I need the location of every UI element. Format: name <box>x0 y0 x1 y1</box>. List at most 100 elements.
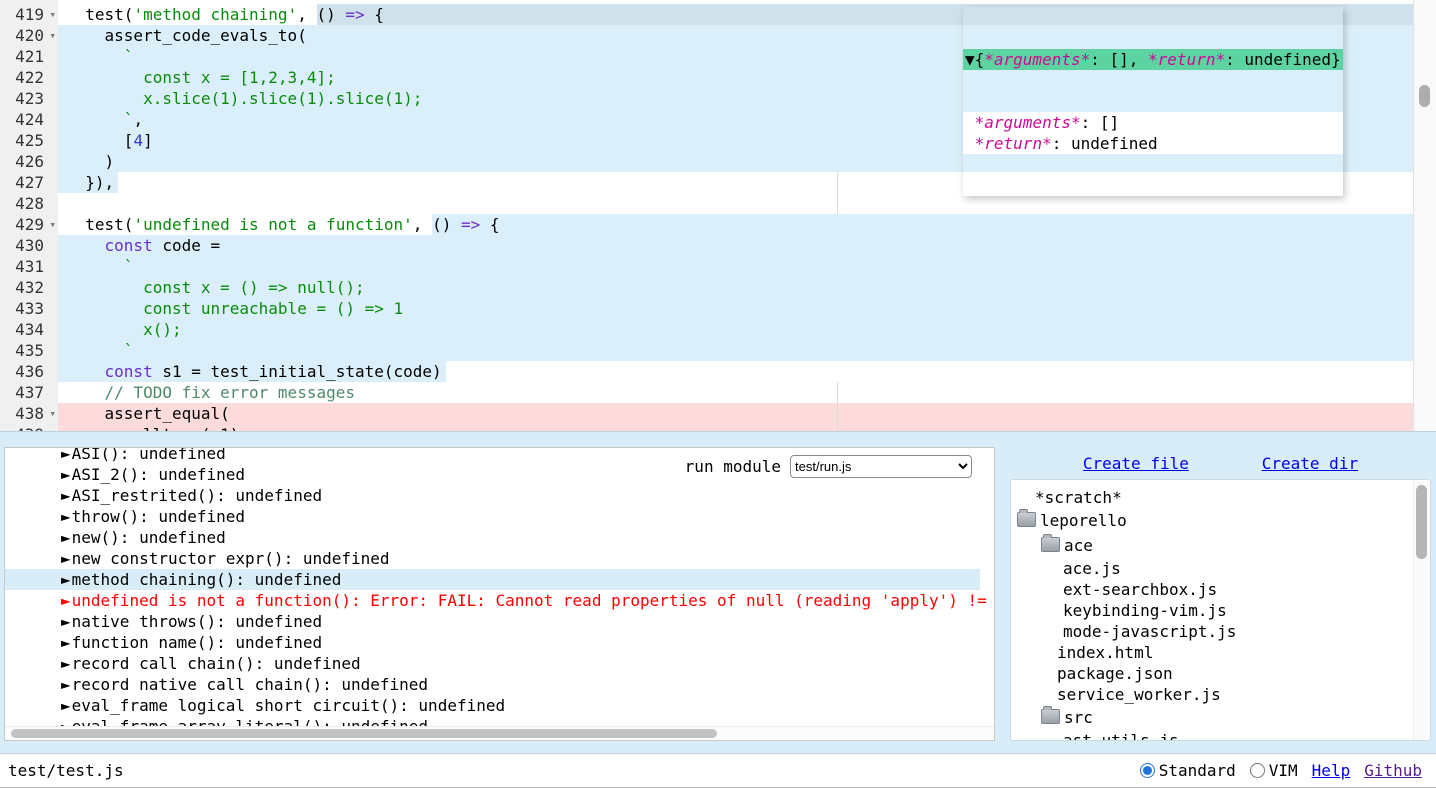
expand-icon[interactable]: ► <box>61 549 71 568</box>
github-link[interactable]: Github <box>1364 761 1422 780</box>
fold-arrow-icon[interactable]: ▾ <box>49 403 56 424</box>
output-item[interactable]: ►ASI_restrited(): undefined <box>5 485 980 506</box>
current-file-path: test/test.js <box>8 761 124 780</box>
tree-item[interactable]: ext-searchbox.js <box>1011 579 1430 600</box>
code-text: ` <box>58 340 1414 361</box>
fold-arrow-icon[interactable]: ▾ <box>49 25 56 46</box>
help-link[interactable]: Help <box>1312 761 1351 780</box>
editor-scrollbar-thumb[interactable] <box>1419 85 1430 107</box>
tree-item[interactable]: ace.js <box>1011 558 1430 579</box>
output-item[interactable]: ►throw(): undefined <box>5 506 980 527</box>
run-module-select[interactable]: test/run.js <box>790 455 972 478</box>
keybinding-vim[interactable]: VIM <box>1250 761 1298 780</box>
tree-item-label: *scratch* <box>1035 488 1122 507</box>
code-text: x(); <box>58 319 1414 340</box>
tree-item-label: ext-searchbox.js <box>1063 580 1217 599</box>
output-item-label: record native call chain(): undefined <box>72 675 428 694</box>
tree-item[interactable]: ace <box>1011 533 1430 558</box>
tree-item[interactable]: *scratch* <box>1011 487 1430 508</box>
code-line[interactable]: 429▾ test('undefined is not a function',… <box>0 214 1414 235</box>
output-item[interactable]: ►new constructor expr(): undefined <box>5 548 980 569</box>
expand-icon[interactable]: ► <box>61 633 71 652</box>
output-item-label: ASI(): undefined <box>72 447 226 463</box>
tooltip-row[interactable]: *return*: undefined <box>963 133 1343 154</box>
create-dir-link[interactable]: Create dir <box>1262 454 1358 473</box>
output-item-label: native throws(): undefined <box>72 612 322 631</box>
expand-icon[interactable]: ► <box>61 591 71 610</box>
tree-item[interactable]: mode-javascript.js <box>1011 621 1430 642</box>
line-number-text: 431 <box>15 257 44 276</box>
tree-item[interactable]: service_worker.js <box>1011 684 1430 705</box>
code-line[interactable]: 434 x(); <box>0 319 1414 340</box>
output-panel: ►ASI(): undefined►ASI_2(): undefined►ASI… <box>4 447 995 741</box>
expand-icon[interactable]: ► <box>61 570 71 589</box>
fold-arrow-icon[interactable]: ▾ <box>49 4 56 25</box>
tree-item-label: mode-javascript.js <box>1063 622 1236 641</box>
output-item[interactable]: ►method chaining(): undefined <box>5 569 980 590</box>
editor-scrollbar[interactable] <box>1413 0 1436 431</box>
code-text: ` <box>58 256 1414 277</box>
output-item[interactable]: ►undefined is not a function(): Error: F… <box>5 590 980 611</box>
output-item[interactable]: ►function name(): undefined <box>5 632 980 653</box>
expand-icon[interactable]: ► <box>61 507 71 526</box>
keybinding-standard[interactable]: Standard <box>1140 761 1236 780</box>
line-number: 419▾ <box>0 4 58 25</box>
leporello-app: 419▾ test('method chaining', () => {420▾… <box>0 0 1436 788</box>
output-item-label: throw(): undefined <box>72 507 245 526</box>
code-line[interactable]: 433 const unreachable = () => 1 <box>0 298 1414 319</box>
expand-icon[interactable]: ► <box>61 486 71 505</box>
radio-standard[interactable] <box>1140 763 1155 778</box>
fold-arrow-icon[interactable]: ▾ <box>49 214 56 235</box>
output-item[interactable]: ►record native call chain(): undefined <box>5 674 980 695</box>
files-panel: Create file Create dir *scratch* leporell… <box>1010 447 1431 741</box>
tree-item[interactable]: package.json <box>1011 663 1430 684</box>
create-file-link[interactable]: Create file <box>1083 454 1189 473</box>
line-number: 433 <box>0 298 58 319</box>
output-horizontal-scrollbar[interactable] <box>5 726 994 740</box>
code-editor[interactable]: 419▾ test('method chaining', () => {420▾… <box>0 0 1436 432</box>
output-item-label: new(): undefined <box>72 528 226 547</box>
output-item[interactable]: ►eval_frame logical short circuit(): und… <box>5 695 980 716</box>
output-item[interactable]: ►native throws(): undefined <box>5 611 980 632</box>
expand-icon[interactable]: ► <box>61 696 71 715</box>
line-number-text: 422 <box>15 68 44 87</box>
expand-icon[interactable]: ► <box>61 447 71 463</box>
tree-item[interactable]: leporello <box>1011 508 1430 533</box>
expand-icon[interactable]: ► <box>61 612 71 631</box>
output-item[interactable]: ►new(): undefined <box>5 527 980 548</box>
tooltip-row[interactable]: *arguments*: [] <box>963 112 1343 133</box>
tree-item[interactable]: keybinding-vim.js <box>1011 600 1430 621</box>
tree-item[interactable]: index.html <box>1011 642 1430 663</box>
code-line[interactable]: 437 // TODO fix error messages <box>0 382 1414 403</box>
line-number-text: 426 <box>15 152 44 171</box>
tree-item[interactable]: ast_utils.js <box>1011 730 1430 741</box>
line-number: 424 <box>0 109 58 130</box>
tree-scrollbar[interactable] <box>1413 481 1429 739</box>
line-number-text: 425 <box>15 131 44 150</box>
code-line[interactable]: 436 const s1 = test_initial_state(code) <box>0 361 1414 382</box>
expand-icon[interactable]: ► <box>61 654 71 673</box>
output-horizontal-scrollbar-thumb[interactable] <box>11 729 717 738</box>
tree-item[interactable]: src <box>1011 705 1430 730</box>
radio-vim[interactable] <box>1250 763 1265 778</box>
tree-scrollbar-thumb[interactable] <box>1416 485 1427 559</box>
expand-icon[interactable]: ► <box>61 465 71 484</box>
expand-icon[interactable]: ► <box>61 675 71 694</box>
tree-item-label: leporello <box>1040 511 1127 530</box>
code-line[interactable]: 435 ` <box>0 340 1414 361</box>
line-number: 438▾ <box>0 403 58 424</box>
expand-icon[interactable]: ► <box>61 528 71 547</box>
file-tree: *scratch* leporello aceace.jsext-searchbox… <box>1010 479 1431 741</box>
code-line[interactable]: 428 <box>0 193 1414 214</box>
line-number: 430 <box>0 235 58 256</box>
tooltip-rows: *arguments*: [] *return*: undefined <box>963 112 1343 154</box>
code-line[interactable]: 439 calltree(s1) <box>0 424 1414 432</box>
code-line[interactable]: 438▾ assert_equal( <box>0 403 1414 424</box>
output-item[interactable]: ►record call chain(): undefined <box>5 653 980 674</box>
output-item-label: function name(): undefined <box>72 633 322 652</box>
code-line[interactable]: 430 const code = <box>0 235 1414 256</box>
tooltip-header[interactable]: ▼{*arguments*: [], *return*: undefined} <box>963 49 1343 70</box>
code-text: const s1 = test_initial_state(code) <box>58 361 1414 382</box>
code-line[interactable]: 431 ` <box>0 256 1414 277</box>
code-line[interactable]: 432 const x = () => null(); <box>0 277 1414 298</box>
